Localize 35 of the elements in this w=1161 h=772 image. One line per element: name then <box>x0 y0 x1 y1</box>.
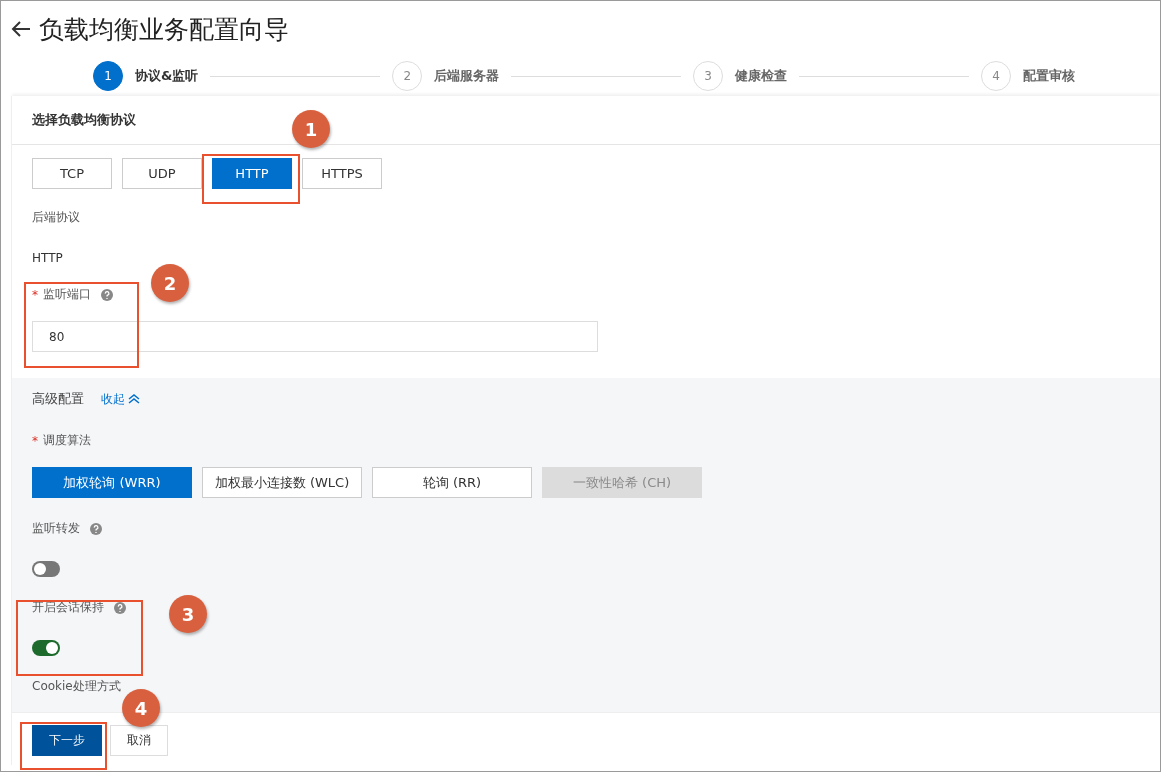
cancel-button[interactable]: 取消 <box>110 725 168 756</box>
field-label: 调度算法 <box>43 432 91 449</box>
next-button[interactable]: 下一步 <box>32 725 102 756</box>
protocol-option[interactable]: HTTP <box>212 158 292 189</box>
field-label: Cookie处理方式 <box>32 678 122 695</box>
backend-protocol-value: HTTP <box>32 251 64 265</box>
toggle-switch[interactable] <box>32 640 60 656</box>
step-number: 1 <box>93 61 123 91</box>
collapse-link[interactable]: 收起 <box>101 390 140 408</box>
back-arrow-icon[interactable] <box>11 20 31 38</box>
step-label: 健康检查 <box>735 67 788 85</box>
page-title: 负载均衡业务配置向导 <box>39 13 289 46</box>
required-asterisk: * <box>32 433 38 448</box>
advanced-title: 高级配置 <box>32 390 84 408</box>
field-label: 后端协议 <box>32 209 81 226</box>
protocol-option[interactable]: TCP <box>32 158 112 189</box>
field-label: 监听端口 <box>43 286 91 303</box>
section-title: 选择负载均衡协议 <box>32 111 136 129</box>
algorithm-option[interactable]: 加权轮询 (WRR) <box>32 467 192 498</box>
help-icon[interactable] <box>90 522 102 535</box>
protocol-option[interactable]: HTTPS <box>302 158 382 189</box>
step-label: 协议&监听 <box>135 67 199 85</box>
field-label: 监听转发 <box>32 520 80 537</box>
algorithm-option[interactable]: 加权最小连接数 (WLC) <box>202 467 362 498</box>
step-label: 配置审核 <box>1023 67 1075 85</box>
protocol-option[interactable]: UDP <box>122 158 202 189</box>
port-input-field[interactable]: 80 <box>32 321 598 352</box>
step-label: 后端服务器 <box>434 67 500 85</box>
required-asterisk: * <box>32 287 38 302</box>
help-icon[interactable] <box>101 288 113 301</box>
help-icon[interactable] <box>114 601 126 614</box>
callout-badge: 2 <box>151 264 189 302</box>
toggle-switch[interactable] <box>32 561 60 577</box>
callout-badge: 1 <box>292 110 330 148</box>
algorithm-option[interactable]: 轮询 (RR) <box>372 467 532 498</box>
